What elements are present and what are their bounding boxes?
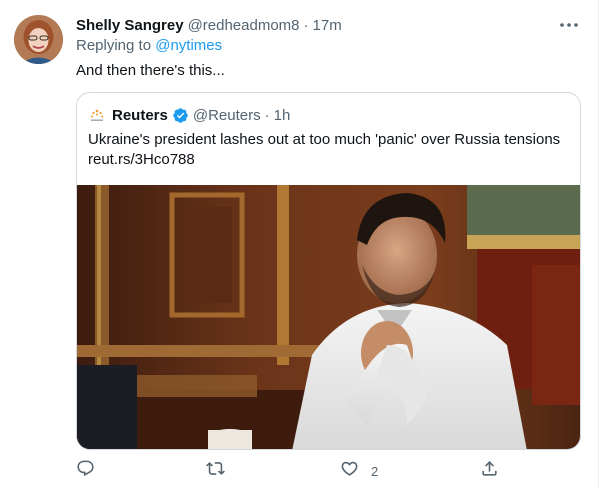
tweet-actions: 2 [76, 460, 506, 482]
quoted-tweet-header: Reuters @Reuters · 1h [88, 105, 290, 125]
replying-to-label: Replying to [76, 37, 152, 54]
reply-icon [76, 459, 95, 483]
quoted-separator-dot: · [264, 106, 270, 124]
quoted-link[interactable]: reut.rs/3Hco788 [88, 150, 573, 170]
tweet-text: And then there's this... [76, 62, 225, 79]
reuters-logo-icon [88, 106, 106, 124]
quoted-author-name[interactable]: Reuters [112, 107, 168, 124]
retweet-icon [206, 459, 225, 483]
tweet-header: Shelly Sangrey @redheadmom8 · 17m [76, 15, 342, 35]
replying-to-mention[interactable]: @nytimes [155, 37, 222, 54]
avatar[interactable] [14, 15, 63, 64]
more-options-icon[interactable] [559, 16, 579, 34]
quoted-timestamp[interactable]: 1h [274, 107, 291, 124]
author-name[interactable]: Shelly Sangrey [76, 17, 184, 34]
replying-to: Replying to @nytimes [76, 37, 222, 54]
reply-button[interactable] [76, 460, 95, 482]
quoted-tweet-text: Ukraine's president lashes out at too mu… [88, 130, 573, 170]
quoted-author-handle[interactable]: @Reuters [193, 107, 261, 124]
share-icon [480, 459, 499, 483]
timestamp[interactable]: 17m [313, 17, 342, 34]
like-icon [340, 459, 359, 483]
retweet-button[interactable] [206, 460, 225, 482]
share-button[interactable] [480, 460, 499, 482]
author-handle[interactable]: @redheadmom8 [188, 17, 300, 34]
quoted-tweet[interactable]: Reuters @Reuters · 1h Ukraine's presiden… [76, 92, 581, 450]
like-count: 2 [371, 463, 379, 479]
quoted-headline: Ukraine's president lashes out at too mu… [88, 131, 561, 148]
verified-badge-icon [172, 107, 189, 124]
separator-dot: · [303, 16, 309, 34]
quoted-photo[interactable] [77, 185, 581, 450]
like-button[interactable]: 2 [340, 460, 378, 482]
